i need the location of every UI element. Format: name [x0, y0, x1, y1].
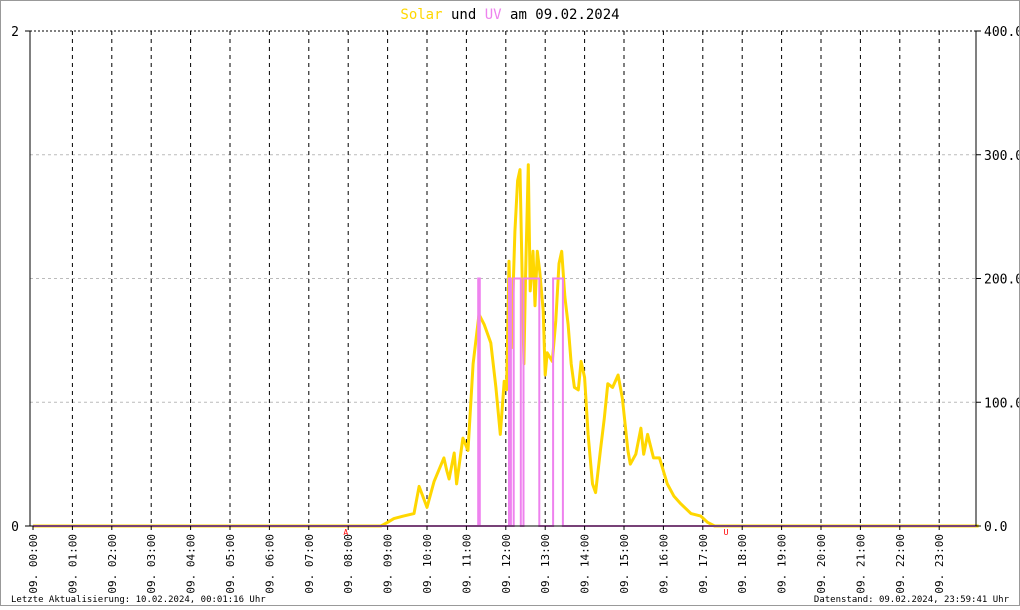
x-tick-label: 09. 20:00 — [815, 534, 828, 594]
right-tick-label: 100.0 — [984, 396, 1019, 411]
x-tick-label: 09. 18:00 — [736, 534, 749, 594]
x-tick-label: 09. 13:00 — [539, 534, 552, 594]
x-tick-label: 09. 19:00 — [776, 534, 789, 594]
x-tick-label: 09. 12:00 — [500, 534, 513, 594]
sun-marker-u: U — [724, 528, 729, 537]
x-tick-label: 09. 07:00 — [303, 534, 316, 594]
x-tick-label: 09. 06:00 — [263, 534, 276, 594]
x-tick-label: 09. 09:00 — [382, 534, 395, 594]
right-tick-label: 300.0 — [984, 149, 1019, 164]
title-uv: UV — [485, 7, 502, 23]
x-tick-label: 09. 03:00 — [145, 534, 158, 594]
x-tick-label: 09. 21:00 — [854, 534, 867, 594]
x-tick-label: 09. 23:00 — [933, 534, 946, 594]
x-tick-label: 09. 14:00 — [579, 534, 592, 594]
x-tick-label: 09. 01:00 — [66, 534, 79, 594]
x-tick-label: 09. 04:00 — [185, 534, 198, 594]
right-tick-label: 0.0 — [984, 520, 1007, 535]
x-tick-label: 09. 02:00 — [106, 534, 119, 594]
title-und: und — [451, 7, 476, 23]
x-tick-label: 09. 10:00 — [421, 534, 434, 594]
x-tick-label: 09. 08:00 — [342, 534, 355, 594]
x-tick-label: 09. 11:00 — [460, 534, 473, 594]
chart-title: Solar und UV am 09.02.2024 — [400, 7, 619, 23]
data-status-text: Datenstand: 09.02.2024, 23:59:41 Uhr — [814, 595, 1010, 605]
x-tick-label: 09. 17:00 — [697, 534, 710, 594]
right-tick-label: 200.0 — [984, 273, 1019, 288]
x-tick-label: 09. 00:00 — [27, 534, 40, 594]
x-tick-label: 09. 16:00 — [657, 534, 670, 594]
title-date: am 09.02.2024 — [510, 7, 620, 23]
chart-frame: Solar und UV am 09.02.2024 0.0 100.0 200.0… — [0, 0, 1020, 606]
x-tick-label: 09. 15:00 — [618, 534, 631, 594]
sun-marker-a: A — [343, 528, 348, 537]
solar-uv-chart: Solar und UV am 09.02.2024 0.0 100.0 200.0… — [11, 7, 1020, 605]
left-tick-label: 2 — [11, 25, 19, 40]
x-tick-label: 09. 22:00 — [894, 534, 907, 594]
x-tick-label: 09. 05:00 — [224, 534, 237, 594]
right-tick-label: 400.0 — [984, 25, 1019, 40]
title-solar: Solar — [400, 7, 442, 23]
left-tick-label: 0 — [11, 520, 19, 535]
last-update-text: Letzte Aktualisierung: 10.02.2024, 00:01… — [11, 595, 266, 605]
